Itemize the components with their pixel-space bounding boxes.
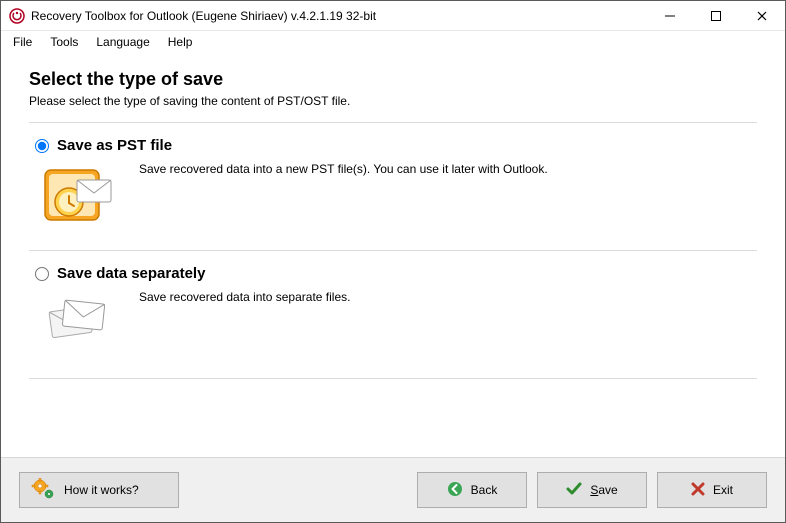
maximize-button[interactable] (693, 1, 739, 31)
option-save-separately-head[interactable]: Save data separately (35, 265, 751, 282)
save-label: Save (590, 483, 617, 497)
menu-tools[interactable]: Tools (42, 33, 86, 51)
separate-files-icon (39, 288, 119, 358)
titlebar: Recovery Toolbox for Outlook (Eugene Shi… (1, 1, 785, 31)
option-save-as-pst-desc: Save recovered data into a new PST file(… (139, 160, 548, 176)
option-save-separately-label: Save data separately (57, 265, 205, 282)
how-it-works-button[interactable]: How it works? (19, 472, 179, 508)
menu-file[interactable]: File (5, 33, 40, 51)
footer: How it works? Back Save Exit (1, 457, 785, 522)
exit-x-icon (691, 482, 705, 499)
window-title: Recovery Toolbox for Outlook (Eugene Shi… (31, 9, 376, 23)
pst-file-icon (39, 160, 119, 230)
app-icon (9, 8, 25, 24)
radio-save-as-pst[interactable] (35, 139, 49, 153)
gears-icon (30, 478, 56, 503)
close-button[interactable] (739, 1, 785, 31)
option-save-separately: Save data separately Save recovered data… (29, 251, 757, 379)
check-icon (566, 481, 582, 500)
minimize-button[interactable] (647, 1, 693, 31)
back-arrow-icon (447, 481, 463, 500)
page-subtitle: Please select the type of saving the con… (29, 94, 757, 108)
option-save-as-pst-label: Save as PST file (57, 137, 172, 154)
page-title: Select the type of save (29, 69, 757, 90)
back-label: Back (471, 483, 498, 497)
how-it-works-label: How it works? (64, 483, 139, 497)
exit-button[interactable]: Exit (657, 472, 767, 508)
menu-language[interactable]: Language (88, 33, 157, 51)
exit-label: Exit (713, 483, 733, 497)
menubar: File Tools Language Help (1, 31, 785, 53)
option-save-as-pst: Save as PST file Save recovered data int… (29, 122, 757, 251)
save-button[interactable]: Save (537, 472, 647, 508)
radio-save-separately[interactable] (35, 267, 49, 281)
menu-help[interactable]: Help (160, 33, 201, 51)
option-save-separately-desc: Save recovered data into separate files. (139, 288, 350, 304)
content-area: Select the type of save Please select th… (1, 53, 785, 457)
back-button[interactable]: Back (417, 472, 527, 508)
option-save-as-pst-head[interactable]: Save as PST file (35, 137, 751, 154)
